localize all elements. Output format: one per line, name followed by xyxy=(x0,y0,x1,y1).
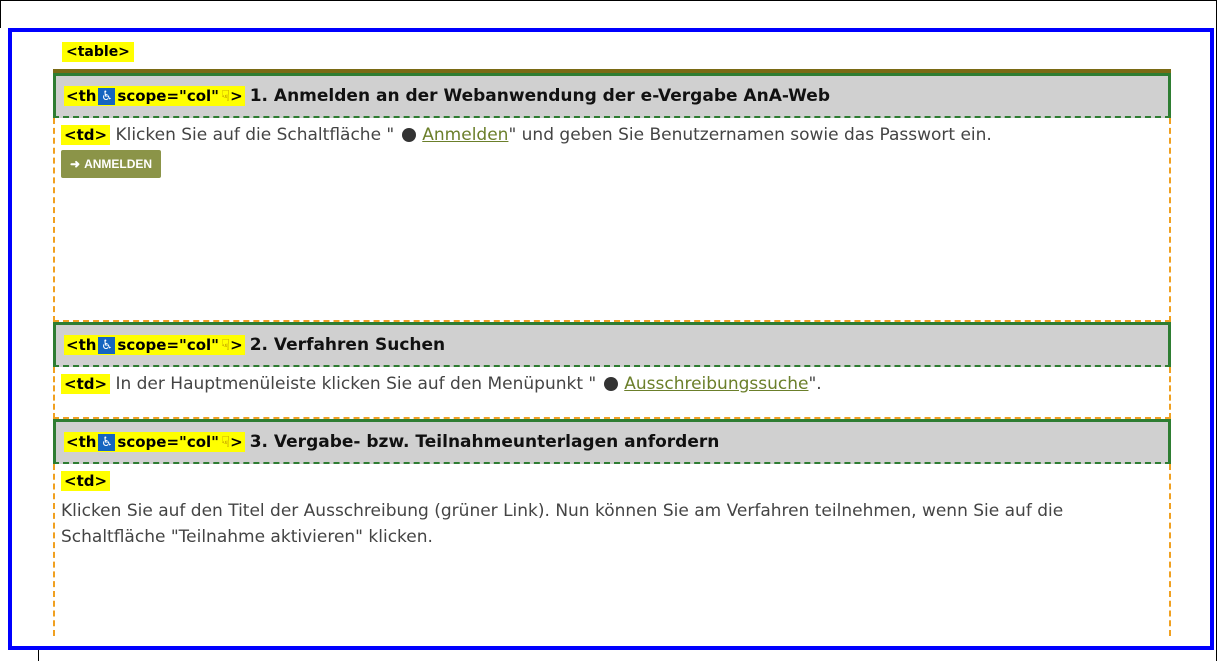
wheelchair-icon: ♿ xyxy=(98,87,116,105)
th-open: <th xyxy=(66,87,97,105)
th-close: > xyxy=(230,433,243,451)
circle-arrow-icon xyxy=(604,377,619,391)
table-tag-label: <table> xyxy=(62,42,134,62)
th-open: <th xyxy=(66,433,97,451)
left-border xyxy=(0,0,1,28)
table-header-1: <th ♿ scope="col" ☟ > 1. Anmelden an der… xyxy=(53,73,1171,118)
pointing-hand-icon: ☟ xyxy=(221,87,231,105)
th-attr: scope="col" xyxy=(117,336,219,354)
th-close: > xyxy=(230,87,243,105)
th-attr: scope="col" xyxy=(117,433,219,451)
anmelden-button-label: ANMELDEN xyxy=(84,157,153,171)
th-tag-label: <th ♿ scope="col" ☟ > xyxy=(64,335,245,355)
wheelchair-icon: ♿ xyxy=(98,336,116,354)
table-cell-3: <td> Klicken Sie auf den Titel der Aussc… xyxy=(53,464,1171,636)
cell-text-after: ". xyxy=(808,374,822,394)
th-tag-label: <th ♿ scope="col" ☟ > xyxy=(64,86,245,106)
cell-text: Klicken Sie auf den Titel der Ausschreib… xyxy=(61,501,1064,547)
login-arrow-icon: ➜ xyxy=(70,157,81,171)
th-open: <th xyxy=(66,336,97,354)
top-border xyxy=(0,0,1217,1)
td-tag-label: <td> xyxy=(61,471,111,491)
th-attr: scope="col" xyxy=(117,87,219,105)
heading-text: 3. Vergabe- bzw. Teilnahmeunterlagen anf… xyxy=(249,432,720,452)
cell-text-before: In der Hauptmenüleiste klicken Sie auf d… xyxy=(115,374,597,394)
anmelden-button[interactable]: ➜ ANMELDEN xyxy=(61,150,162,178)
heading-text: 1. Anmelden an der Webanwendung der e-Ve… xyxy=(249,86,830,106)
pointing-hand-icon: ☟ xyxy=(221,433,231,451)
wheelchair-icon: ♿ xyxy=(98,433,116,451)
pointing-hand-icon: ☟ xyxy=(221,336,231,354)
td-tag-label: <td> xyxy=(61,374,111,394)
table-cell-2: <td> In der Hauptmenüleiste klicken Sie … xyxy=(53,367,1171,419)
focus-outline: <table> <th ♿ scope="col" ☟ > 1. Anmelde… xyxy=(8,28,1214,650)
td-tag-label: <td> xyxy=(61,125,111,145)
table-cell-1: <td> Klicken Sie auf die Schaltfläche " A… xyxy=(53,118,1171,322)
cell-text-before: Klicken Sie auf die Schaltfläche " xyxy=(115,125,395,145)
table-header-3: <th ♿ scope="col" ☟ > 3. Vergabe- bzw. T… xyxy=(53,419,1171,464)
th-tag-label: <th ♿ scope="col" ☟ > xyxy=(64,432,245,452)
table-header-2: <th ♿ scope="col" ☟ > 2. Verfahren Suche… xyxy=(53,322,1171,367)
ausschreibungssuche-link[interactable]: Ausschreibungssuche xyxy=(624,374,808,394)
circle-arrow-icon xyxy=(402,128,417,142)
cell-text-after: " und geben Sie Benutzernamen sowie das … xyxy=(508,125,992,145)
anmelden-link[interactable]: Anmelden xyxy=(422,125,508,145)
heading-text: 2. Verfahren Suchen xyxy=(249,335,446,355)
content-table: <th ♿ scope="col" ☟ > 1. Anmelden an der… xyxy=(53,69,1171,636)
th-close: > xyxy=(230,336,243,354)
